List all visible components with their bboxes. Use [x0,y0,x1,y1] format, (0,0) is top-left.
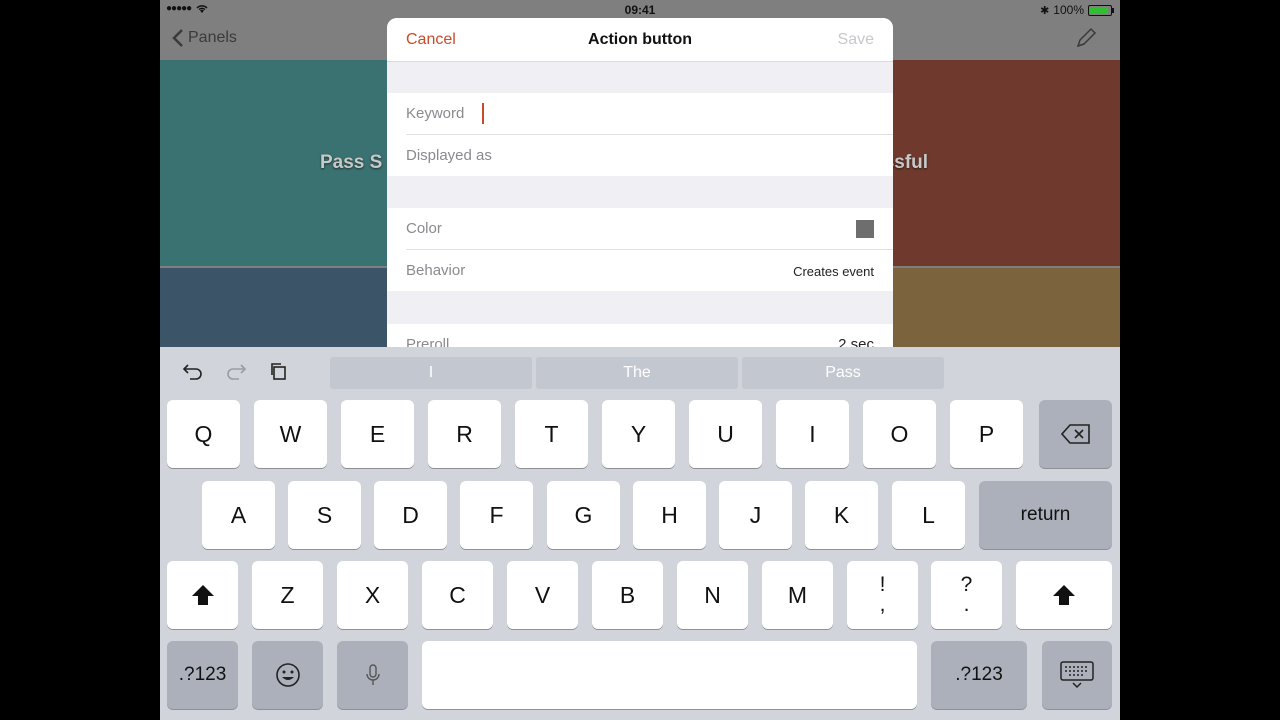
undo-icon[interactable] [182,361,204,387]
keyword-group: Keyword Displayed as [387,93,893,176]
edit-pencil-icon[interactable] [1074,26,1098,56]
keyword-label: Keyword [406,105,465,122]
key-o[interactable]: O [863,400,936,468]
key-d[interactable]: D [374,481,447,549]
key-s[interactable]: S [288,481,361,549]
key-k[interactable]: K [805,481,878,549]
key-f[interactable]: F [460,481,533,549]
key-top-char: ! [879,573,886,596]
key-q[interactable]: Q [167,400,240,468]
emoji-icon [275,663,300,687]
key-p[interactable]: P [950,400,1023,468]
appearance-group: Color Behavior Creates event [387,208,893,291]
clock: 09:41 [624,3,656,17]
displayed-as-row[interactable]: Displayed as [406,135,893,176]
key-exclaim-comma[interactable]: ! , [847,561,918,629]
sheet-title: Action button [588,31,692,48]
key-t[interactable]: T [515,400,588,468]
suggestion-3[interactable]: Pass [742,357,944,389]
numbers-left-key[interactable]: .?123 [167,641,238,709]
dictation-key[interactable] [337,641,408,709]
key-w[interactable]: W [254,400,327,468]
status-bar: ●●●●● 09:41 ✱ 100% [160,0,1120,20]
keyboard-dismiss-icon [1060,661,1094,689]
shift-icon [191,585,214,605]
color-row[interactable]: Color [406,208,893,250]
battery-fill [1090,6,1108,14]
key-question-period[interactable]: ? . [931,561,1002,629]
key-z[interactable]: Z [252,561,323,629]
suggestion-1[interactable]: I [330,357,532,389]
shift-icon [1053,585,1075,605]
back-button[interactable]: Panels [172,28,237,48]
paste-icon[interactable] [269,361,289,387]
chevron-left-icon [172,29,183,47]
key-e[interactable]: E [341,400,414,468]
behavior-label: Behavior [406,262,466,279]
numbers-right-key[interactable]: .?123 [931,641,1027,709]
key-y[interactable]: Y [602,400,675,468]
backspace-icon [1060,424,1090,444]
delete-key[interactable] [1039,400,1112,468]
onscreen-keyboard: I The Pass Q W E R T Y U I O P A S D F G… [160,347,1120,720]
redo-icon[interactable] [225,361,247,387]
key-top-char: ? [960,573,973,596]
key-b[interactable]: B [592,561,663,629]
emoji-key[interactable] [252,641,323,709]
key-h[interactable]: H [633,481,706,549]
shift-left-key[interactable] [167,561,238,629]
battery-area: ✱ 100% [1040,3,1114,17]
key-j[interactable]: J [719,481,792,549]
key-x[interactable]: X [337,561,408,629]
key-r[interactable]: R [428,400,501,468]
shortcut-bar: I The Pass [160,347,1120,393]
key-bottom-char: , [879,593,886,616]
key-bottom-char: . [963,593,970,616]
back-label: Panels [188,29,237,46]
text-cursor [482,103,484,124]
space-key[interactable] [422,641,917,709]
sheet-header: Cancel Action button Save [387,18,893,62]
key-l[interactable]: L [892,481,965,549]
key-a[interactable]: A [202,481,275,549]
action-button-sheet: Cancel Action button Save Keyword Displa… [387,18,893,358]
suggestion-2[interactable]: The [536,357,738,389]
key-n[interactable]: N [677,561,748,629]
color-swatch[interactable] [856,220,874,238]
behavior-row[interactable]: Behavior Creates event [406,250,893,291]
panel-label: Pass S [320,152,383,173]
bluetooth-icon: ✱ [1040,4,1050,17]
hide-keyboard-key[interactable] [1042,641,1112,709]
color-label: Color [406,220,442,237]
battery-icon [1088,4,1114,16]
key-m[interactable]: M [762,561,833,629]
ipad-screen: ●●●●● 09:41 ✱ 100% Panels Pass S ccessfu… [160,0,1120,720]
key-v[interactable]: V [507,561,578,629]
shift-right-key[interactable] [1016,561,1112,629]
save-button[interactable]: Save [838,31,874,49]
key-i[interactable]: I [776,400,849,468]
key-g[interactable]: G [547,481,620,549]
return-key[interactable]: return [979,481,1112,549]
key-u[interactable]: U [689,400,762,468]
behavior-value: Creates event [793,264,874,279]
battery-percent: 100% [1053,3,1084,17]
microphone-icon [365,664,380,685]
displayed-as-label: Displayed as [406,147,492,164]
key-c[interactable]: C [422,561,493,629]
keyword-row[interactable]: Keyword [406,93,893,135]
